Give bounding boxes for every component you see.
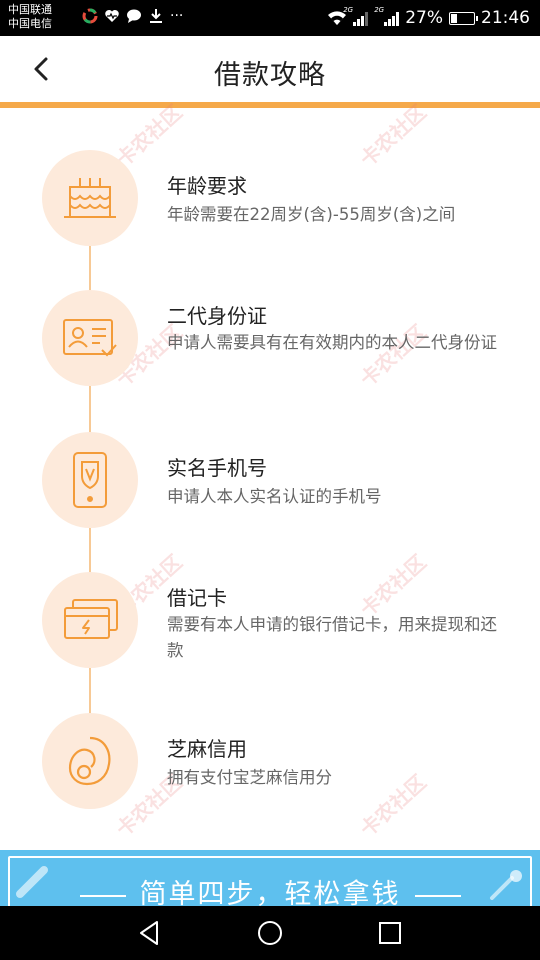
carrier-info: 中国联通 中国电信	[8, 3, 52, 31]
requirement-title: 二代身份证	[167, 304, 267, 328]
health-heart-icon	[104, 8, 120, 24]
battery-icon	[449, 11, 478, 25]
notification-icons: ···	[82, 8, 183, 24]
banner-text: 简单四步，轻松拿钱	[139, 879, 401, 906]
steps-banner[interactable]: 简单四步，轻松拿钱	[0, 850, 540, 906]
requirement-title: 借记卡	[167, 586, 227, 610]
battery-percent: 27%	[405, 8, 443, 28]
navigation-bar	[0, 906, 540, 960]
app-logo-icon	[82, 8, 98, 24]
nav-back-button[interactable]	[135, 918, 165, 948]
birthday-cake-icon	[42, 150, 138, 246]
signal-1-icon: 2G	[343, 6, 369, 26]
banner-dash-left	[79, 894, 126, 897]
nav-recents-button[interactable]	[375, 918, 405, 948]
status-bar: 中国联通 中国电信 ··· 2G 2G 27% 21:46	[0, 0, 540, 36]
carrier-1-label: 中国联通	[8, 3, 52, 16]
header-divider	[0, 102, 540, 108]
requirement-title: 年龄要求	[167, 174, 247, 198]
message-icon	[126, 8, 142, 24]
battery-fill	[451, 13, 457, 23]
debit-card-icon	[42, 572, 138, 668]
requirement-desc: 年龄需要在22周岁(含)-55周岁(含)之间	[167, 205, 456, 224]
carrier-2-label: 中国电信	[8, 17, 52, 30]
signal-2-tag: 2G	[374, 6, 385, 14]
banner-dash-right	[414, 894, 461, 897]
circle-home-icon	[258, 921, 282, 945]
page-title: 借款攻略	[214, 60, 326, 91]
requirement-title: 芝麻信用	[167, 737, 247, 761]
square-recents-icon	[379, 922, 401, 944]
watermark: 卡农社区	[355, 549, 431, 622]
id-card-icon	[42, 290, 138, 386]
banner-title: 简单四步，轻松拿钱	[0, 872, 540, 906]
more-notifications-icon: ···	[170, 8, 184, 24]
mobile-phone-icon	[42, 432, 138, 528]
requirement-desc: 申请人需要具有在有效期内的本人二代身份证	[167, 333, 497, 352]
page-header: 借款攻略	[0, 36, 540, 102]
nav-home-button[interactable]	[255, 918, 285, 948]
signal-1-tag: 2G	[343, 6, 354, 14]
requirement-desc: 拥有支付宝芝麻信用分	[167, 768, 332, 787]
triangle-back-icon	[140, 921, 158, 945]
signal-2-icon: 2G	[374, 6, 400, 26]
download-icon	[148, 8, 164, 24]
watermark: 卡农社区	[355, 99, 431, 172]
clock: 21:46	[481, 8, 530, 28]
requirement-desc: 申请人本人实名认证的手机号	[167, 487, 382, 506]
requirement-title: 实名手机号	[167, 456, 267, 480]
requirement-desc: 需要有本人申请的银行借记卡，用来提现和还款	[167, 615, 497, 660]
sesame-credit-icon	[42, 713, 138, 809]
